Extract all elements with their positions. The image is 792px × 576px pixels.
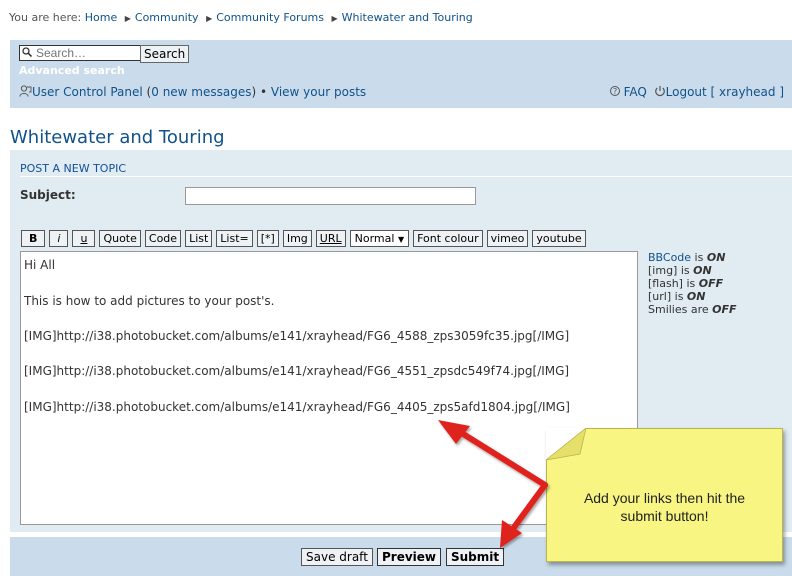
youtube-button[interactable]: youtube [532,230,586,247]
subject-input[interactable] [185,187,476,205]
flash-status-label: [flash] [648,277,683,290]
font-size-select[interactable]: Normal ▼ [349,230,410,247]
breadcrumb-home[interactable]: Home [85,11,117,24]
search-button[interactable]: Search [140,45,190,63]
folded-corner [546,428,586,460]
list-button[interactable]: List [185,230,213,247]
power-icon [654,86,665,97]
bbcode-toolbar: Bi u Quote Code List List= [*] Img URL Normal ▼ Fo… [21,230,590,247]
dropdown-arrow-icon: ▼ [397,235,405,244]
status-are: are [687,303,713,316]
ucp-separator: ) • [251,85,271,99]
img-state: ON [693,264,712,277]
ucp-open-paren: ( [142,85,152,99]
sticky-note-text: Add your links then hit the submit butto… [547,489,782,525]
breadcrumb-prefix: You are here: [9,11,82,24]
new-messages-label[interactable]: new messages [159,85,252,99]
img-button[interactable]: Img [282,230,312,247]
breadcrumb-community[interactable]: Community [135,11,199,24]
editor-line: This is how to add pictures to your post… [24,294,275,308]
bold-button[interactable]: B [21,230,46,247]
page-title[interactable]: Whitewater and Touring [10,127,225,148]
img-status-label: [img] [648,264,678,277]
smilies-state: OFF [712,303,737,316]
sticky-note: Add your links then hit the submit butto… [546,428,783,562]
breadcrumb-community-forums[interactable]: Community Forums [216,11,324,24]
header-right-links: ? FAQ Logout [ xrayhead ] [609,85,784,99]
svg-text:?: ? [613,87,617,96]
submit-button[interactable]: Submit [446,548,505,566]
ordered-list-button[interactable]: List= [216,230,253,247]
chevron-right-icon: ▶ [124,14,131,23]
new-messages-count[interactable]: 0 [151,85,159,99]
underline-button[interactable]: u [72,230,96,247]
faq-link[interactable]: FAQ [624,85,647,99]
flash-state: OFF [698,277,724,290]
status-is: is [691,251,707,264]
chevron-right-icon: ▶ [206,14,213,23]
editor-line: [IMG]http://i38.photobucket.com/albums/e… [24,400,570,414]
panel-heading: POST A NEW TOPIC [20,162,126,175]
ucp-link[interactable]: User Control Panel [32,85,143,99]
status-is: is [677,264,694,277]
view-your-posts-link[interactable]: View your posts [271,85,366,99]
advanced-search-link[interactable]: Advanced search [19,64,125,77]
italic-button[interactable]: i [49,230,69,247]
chevron-right-icon: ▶ [331,14,338,23]
font-colour-button[interactable]: Font colour [413,230,483,247]
bbcode-state: ON [706,251,726,264]
quote-button[interactable]: Quote [99,230,141,247]
breadcrumb-current-forum[interactable]: Whitewater and Touring [342,11,473,24]
status-is: is [682,277,699,290]
bbcode-link[interactable]: BBCode [648,251,691,264]
url-button[interactable]: URL [315,230,346,247]
search-icon [22,47,32,57]
faq-icon: ? [609,86,620,96]
editor-line: Hi All [24,258,56,272]
logout-link[interactable]: Logout [ xrayhead ] [666,85,784,99]
subject-label: Subject: [20,188,76,202]
code-button[interactable]: Code [144,230,182,247]
url-status-label: [url] [648,290,672,303]
smilies-status-label: Smilies [648,303,688,316]
font-size-value: Normal [354,232,395,245]
panel-divider [20,176,792,177]
list-item-button[interactable]: [*] [256,230,279,247]
sticky-note-line-1: Add your links then hit the [583,490,746,506]
preview-button[interactable]: Preview [377,548,442,566]
editor-line: [IMG]http://i38.photobucket.com/albums/e… [24,329,570,343]
user-icon [19,85,32,97]
save-draft-button[interactable]: Save draft [301,548,373,566]
header-panel: Search Advanced search User Control Pane… [10,40,792,108]
editor-line: [IMG]http://i38.photobucket.com/albums/e… [24,364,570,378]
status-is: is [671,290,687,303]
vimeo-button[interactable]: vimeo [486,230,529,247]
breadcrumb: You are here: Home ▶ Community ▶ Community… [9,11,473,24]
url-state: ON [686,290,706,303]
search-input[interactable] [19,45,145,61]
posting-options-status: BBCode is ON [img] is ON [flash] is OFF … [648,251,737,316]
user-control-panel-bar: User Control Panel (0 new messages) • Vi… [19,85,366,99]
sticky-note-line-2: submit button! [620,508,709,524]
